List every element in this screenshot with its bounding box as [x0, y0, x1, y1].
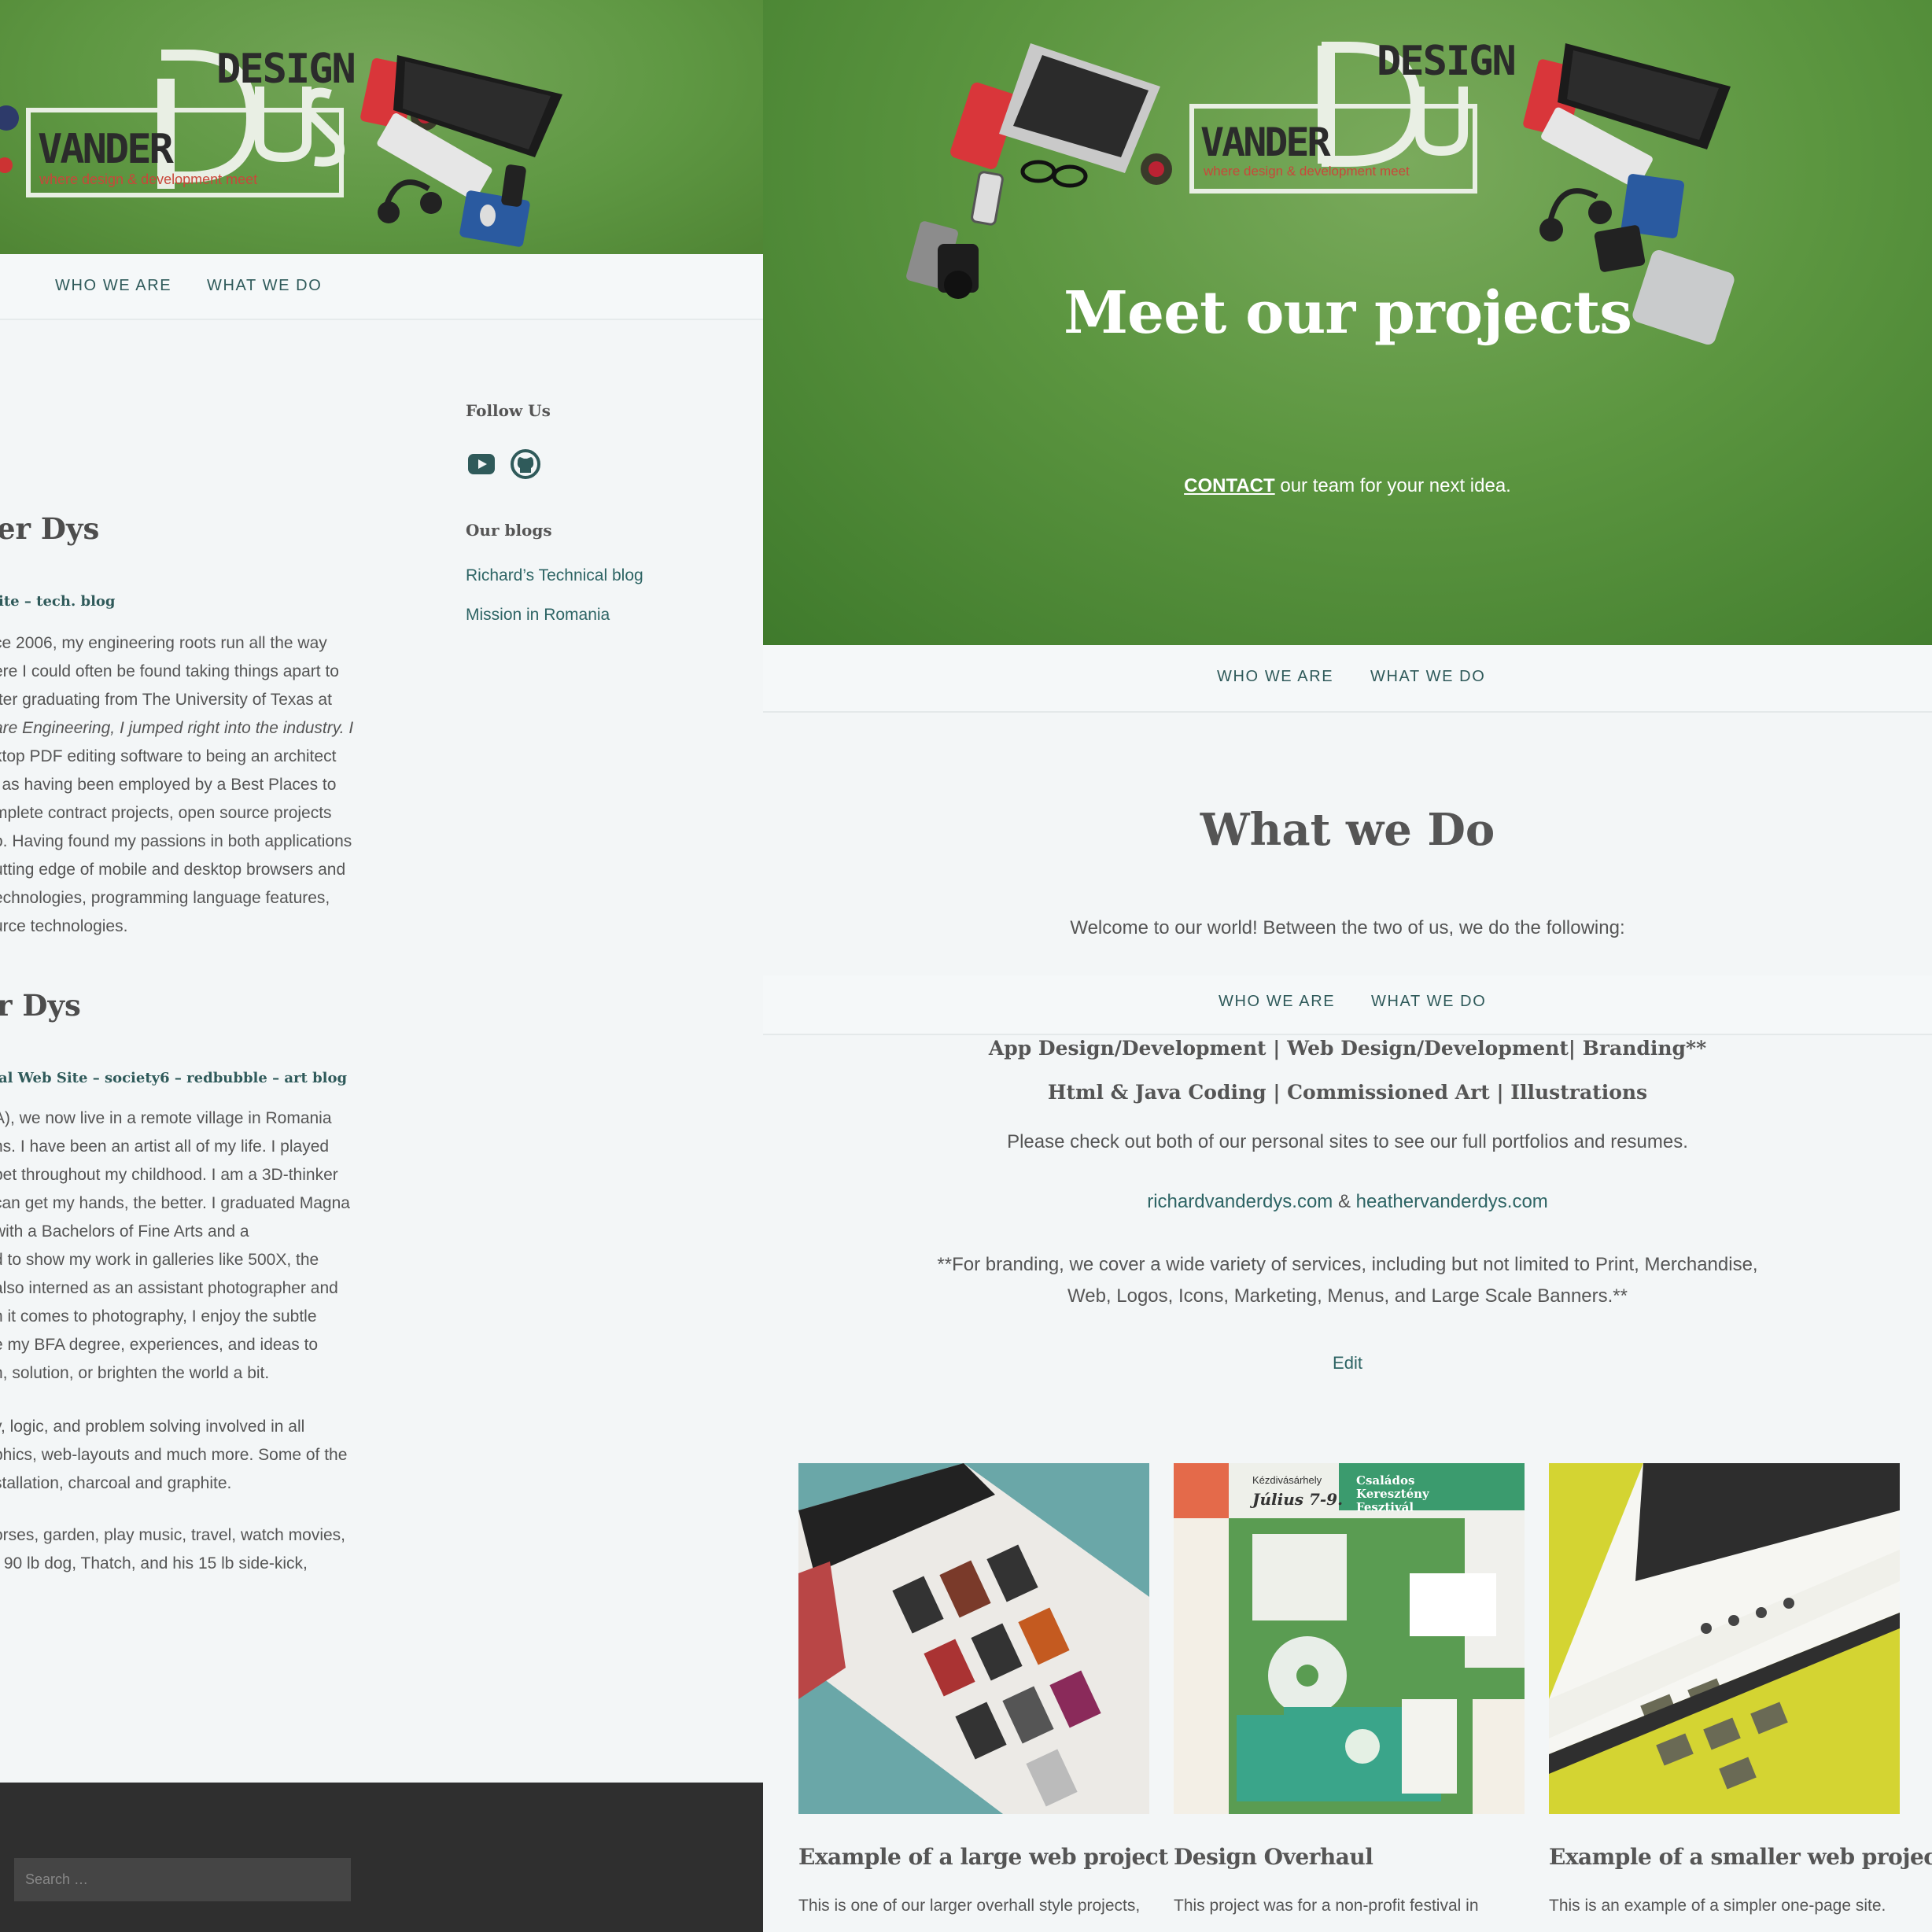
left-footer — [0, 1783, 763, 1932]
project-title[interactable]: Example of a large web project — [798, 1844, 1168, 1870]
project-excerpt: This is one of our larger overhall style… — [798, 1897, 1141, 1915]
github-icon[interactable] — [510, 448, 541, 480]
festival-name-2: Keresztény — [1356, 1487, 1429, 1501]
bio-line: mplete contract projects, open source pr… — [0, 804, 332, 822]
person2-bio: A), we now live in a remote village in R… — [0, 1104, 356, 1388]
left-page-panel: DESIGN VANDER where design & development… — [0, 0, 763, 1932]
project-card[interactable]: Családos Keresztény Fesztivál Kézdivásár… — [1174, 1463, 1525, 1915]
bio-line: can get my hands, the better. I graduate… — [0, 1194, 350, 1212]
left-primary-nav: WHO WE ARE WHAT WE DO — [0, 254, 763, 320]
youtube-icon[interactable] — [466, 448, 497, 480]
left-header-banner: DESIGN VANDER where design & development… — [0, 0, 763, 254]
follow-us-title: Follow Us — [466, 401, 551, 420]
bio-line: are Engineering, I jumped right into the… — [0, 719, 354, 737]
project-excerpt: This project was for a non-profit festiv… — [1174, 1897, 1479, 1915]
blog-link-technical[interactable]: Richard’s Technical blog — [466, 566, 733, 585]
right-page-panel: DESIGN VANDER where design & development… — [763, 0, 1932, 1932]
bio-line: l as having been employed by a Best Plac… — [0, 776, 337, 794]
section-intro: Welcome to our world! Between the two of… — [1070, 917, 1625, 938]
blog-link-romania[interactable]: Mission in Romania — [466, 606, 733, 625]
bio-line: urce technologies. — [0, 917, 128, 935]
person2-heading: r Dys — [0, 988, 81, 1023]
bio-line: n it comes to photography, I enjoy the s… — [0, 1307, 317, 1325]
hero-title: Meet our projects — [1064, 279, 1632, 347]
bio-line: ns. I have been an artist all of my life… — [0, 1137, 330, 1156]
nav-who-we-are[interactable]: WHO WE ARE — [1219, 993, 1335, 1011]
contact-link[interactable]: CONTACT — [1184, 475, 1275, 496]
person2-bio-2: y, logic, and problem solving involved i… — [0, 1413, 356, 1498]
bio-line: with a Bachelors of Fine Arts and a — [0, 1222, 249, 1241]
bio-line: echnologies, programming language featur… — [0, 889, 330, 907]
bio-line: y, logic, and problem solving involved i… — [0, 1418, 305, 1436]
bio-line: also interned as an assistant photograph… — [0, 1279, 338, 1297]
bio-line: n, solution, or brighten the world a bit… — [0, 1364, 270, 1382]
bio-line: o. Having found my passions in both appl… — [0, 832, 352, 850]
hero-logo-tagline: where design & development meet — [1204, 164, 1410, 179]
social-links — [466, 448, 733, 480]
project-title[interactable]: Example of a smaller web project — [1549, 1844, 1932, 1870]
bio-line: A), we now live in a remote village in R… — [0, 1109, 332, 1127]
search-input[interactable] — [14, 1858, 351, 1901]
left-logo-vander-text: VANDER — [38, 126, 174, 173]
person2-links[interactable]: al Web Site – society6 – redbubble – art… — [0, 1070, 347, 1086]
bio-line: fter graduating from The University of T… — [0, 691, 332, 709]
services-line-1: App Design/Development | Web Design/Deve… — [988, 1037, 1707, 1060]
left-logo-tagline: where design & development meet — [39, 171, 258, 187]
portfolio-text: Please check out both of our personal si… — [1007, 1131, 1688, 1152]
project-thumbnail-large-web[interactable] — [798, 1463, 1149, 1814]
festival-name-3: Fesztivál — [1356, 1500, 1414, 1514]
bio-line: utting edge of mobile and desktop browse… — [0, 861, 346, 879]
bio-line: phics, web-layouts and much more. Some o… — [0, 1446, 348, 1464]
person1-heading: er Dys — [0, 511, 100, 546]
project-thumbnail-small-web[interactable] — [1549, 1463, 1900, 1814]
festival-city: Kézdivásárhely — [1252, 1474, 1322, 1486]
festival-name: Családos Keresztény Fesztivál — [1356, 1474, 1429, 1514]
site-link-heather[interactable]: heathervanderdys.com — [1356, 1191, 1548, 1212]
nav-who-we-are[interactable]: WHO WE ARE — [1217, 668, 1333, 686]
hero-logo-vander-text: VANDER — [1200, 120, 1331, 165]
project-title[interactable]: Design Overhaul — [1174, 1844, 1525, 1870]
person1-bio: ce 2006, my engineering roots run all th… — [0, 629, 356, 941]
ampersand: & — [1333, 1191, 1356, 1212]
project-card[interactable]: Example of a smaller web project This is… — [1549, 1463, 1932, 1915]
nav-who-we-are[interactable]: WHO WE ARE — [55, 277, 171, 295]
left-logo-design-text: DESIGN — [216, 46, 356, 93]
nav-what-we-do[interactable]: WHAT WE DO — [1371, 993, 1486, 1011]
services-line-2: Html & Java Coding | Commissioned Art | … — [1047, 1081, 1648, 1104]
sticky-nav: WHO WE ARE WHAT WE DO — [763, 975, 1932, 1035]
cta-text: our team for your next idea. — [1274, 475, 1511, 496]
primary-nav: WHO WE ARE WHAT WE DO — [763, 645, 1932, 713]
festival-name-1: Családos — [1356, 1473, 1415, 1488]
nav-what-we-do[interactable]: WHAT WE DO — [1370, 668, 1485, 686]
hero-call-to-action: CONTACT our team for your next idea. — [763, 475, 1932, 497]
hero-banner: DESIGN VANDER where design & development… — [763, 0, 1932, 645]
bio-line: stallation, charcoal and graphite. — [0, 1474, 232, 1492]
personal-sites: richardvanderdys.com & heathervanderdys.… — [763, 1191, 1932, 1213]
sidebar-widgets: Follow Us Our blogs Richard’s Technical … — [466, 401, 733, 625]
festival-date: Július 7-9. — [1252, 1490, 1344, 1509]
section-title: What we Do — [1200, 804, 1495, 856]
bio-line: orses, garden, play music, travel, watch… — [0, 1526, 346, 1544]
branding-note: **For branding, we cover a wide variety … — [937, 1254, 1758, 1307]
person1-links[interactable]: ite – tech. blog — [0, 593, 116, 610]
bio-line: ere I could often be found taking things… — [0, 662, 339, 680]
our-blogs-title: Our blogs — [466, 521, 552, 540]
bio-line: d to show my work in galleries like 500X… — [0, 1251, 319, 1269]
bio-line: pet throughout my childhood. I am a 3D-t… — [0, 1166, 338, 1184]
bio-line: ktop PDF editing software to being an ar… — [0, 747, 337, 765]
edit-link[interactable]: Edit — [763, 1353, 1932, 1373]
person2-bio-3: orses, garden, play music, travel, watch… — [0, 1521, 356, 1578]
project-excerpt: This is an example of a simpler one-page… — [1549, 1897, 1886, 1915]
nav-what-we-do[interactable]: WHAT WE DO — [207, 277, 322, 295]
bio-line: ce 2006, my engineering roots run all th… — [0, 634, 327, 652]
site-link-richard[interactable]: richardvanderdys.com — [1147, 1191, 1333, 1212]
project-thumbnail-design-overhaul[interactable]: Családos Keresztény Fesztivál Kézdivásár… — [1174, 1463, 1525, 1814]
hero-logo-design-text: DESIGN — [1377, 38, 1517, 85]
bio-line: e my BFA degree, experiences, and ideas … — [0, 1336, 319, 1354]
project-card[interactable]: Example of a large web project This is o… — [798, 1463, 1168, 1915]
bio-line: r 90 lb dog, Thatch, and his 15 lb side-… — [0, 1554, 308, 1573]
